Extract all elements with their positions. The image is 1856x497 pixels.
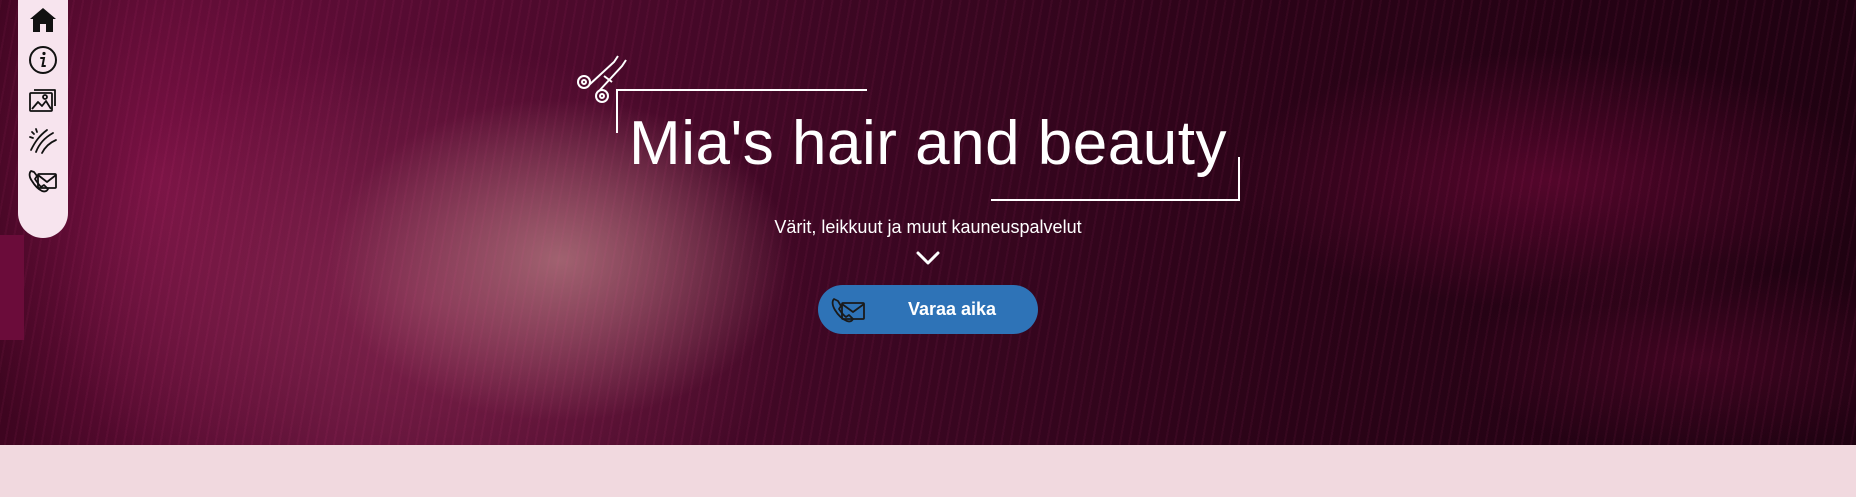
book-appointment-label: Varaa aika xyxy=(907,299,997,319)
chevron-down-icon[interactable] xyxy=(915,249,941,267)
nav-item-home[interactable] xyxy=(25,2,61,38)
hero-left-accent xyxy=(0,235,24,340)
hair-strands-icon xyxy=(29,128,57,154)
content-section xyxy=(0,445,1856,497)
nav-item-services[interactable] xyxy=(25,122,61,158)
page-title: Mia's hair and beauty xyxy=(629,109,1227,178)
side-navigation xyxy=(18,0,68,238)
nav-item-info[interactable] xyxy=(25,42,61,78)
phone-mail-icon xyxy=(831,298,865,323)
book-appointment-button[interactable]: Varaa aika xyxy=(818,285,1038,334)
hero-section: Mia's hair and beauty Värit, leikkuut ja… xyxy=(0,0,1856,445)
phone-mail-icon xyxy=(28,170,57,193)
home-icon xyxy=(30,8,56,32)
page-subtitle: Värit, leikkuut ja muut kauneuspalvelut xyxy=(774,217,1082,237)
scissors-icon xyxy=(577,55,627,103)
nav-item-contact[interactable] xyxy=(25,162,61,198)
gallery-icon xyxy=(29,89,56,112)
info-icon xyxy=(29,46,57,74)
nav-item-gallery[interactable] xyxy=(25,82,61,118)
